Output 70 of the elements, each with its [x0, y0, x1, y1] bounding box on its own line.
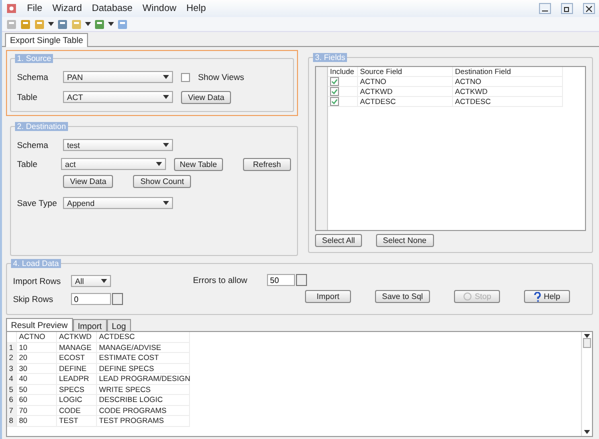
schema-select[interactable]: test — [63, 139, 173, 151]
errors-field[interactable]: 50 — [267, 274, 295, 286]
toolbar-icon[interactable] — [20, 18, 31, 30]
toolbar-button[interactable]: New Table — [174, 158, 223, 170]
field-label: Schema — [17, 140, 50, 150]
dropdown-caret-icon — [163, 75, 169, 79]
field-label: Table — [17, 92, 38, 102]
close-icon — [586, 6, 592, 12]
field-label: Skip Rows — [13, 294, 54, 304]
dropdown-caret-icon — [85, 22, 91, 26]
checkbox-label: Show Views — [198, 72, 244, 82]
spinner-icon[interactable] — [112, 293, 123, 305]
field-label: Table — [17, 159, 38, 169]
dropdown-caret-icon — [163, 95, 169, 99]
question-mark-icon — [534, 292, 541, 302]
include-checkbox[interactable] — [330, 87, 339, 96]
menu-item[interactable]: Wizard — [52, 3, 82, 14]
group-title: 4. Load Data — [11, 259, 61, 268]
close-button[interactable] — [583, 3, 595, 14]
include-checkbox[interactable] — [330, 97, 339, 106]
dropdown-caret-icon — [156, 162, 162, 166]
stop-icon — [462, 292, 472, 301]
field-label: Errors to allow — [193, 275, 248, 285]
tab[interactable]: Result Preview — [6, 318, 73, 332]
skip-rows-field[interactable]: 0 — [71, 293, 111, 305]
select-button[interactable]: Select None — [376, 234, 434, 246]
minimize-button[interactable] — [539, 3, 551, 14]
menu-item[interactable]: File — [27, 3, 42, 14]
action-button[interactable]: Show Count — [133, 174, 191, 188]
include-checkbox[interactable] — [330, 77, 339, 86]
group-title: 1. Source — [15, 54, 54, 63]
view-data-button[interactable]: View Data — [181, 90, 232, 104]
dropdown-caret-icon — [101, 279, 107, 283]
scrollbar-thumb[interactable] — [583, 338, 591, 348]
tab[interactable]: Export Single Table — [5, 33, 88, 47]
schema-select[interactable]: PAN — [63, 71, 173, 83]
toolbar-icon[interactable] — [6, 18, 17, 30]
spinner-icon[interactable] — [296, 274, 307, 286]
app-icon — [6, 3, 17, 14]
group-title: 2. Destination — [15, 122, 68, 131]
save-type-select[interactable]: Append — [63, 197, 173, 209]
action-button[interactable]: Import — [305, 290, 351, 303]
import-rows-select[interactable]: All — [71, 275, 111, 287]
table-select[interactable]: ACT — [63, 91, 173, 103]
scrollbar[interactable] — [581, 332, 592, 436]
action-button[interactable]: View Data — [63, 174, 114, 188]
select-button[interactable]: Select All — [315, 234, 362, 246]
action-button[interactable]: Help — [524, 290, 570, 303]
dropdown-caret-icon — [48, 22, 54, 26]
tab[interactable]: Import — [72, 319, 107, 331]
dropdown-caret-icon — [584, 430, 590, 434]
menu-item[interactable]: Window — [142, 3, 176, 14]
checkbox[interactable] — [181, 72, 190, 82]
toolbar-icon[interactable] — [57, 18, 68, 30]
dropdown-caret-icon — [163, 143, 169, 147]
field-label: Schema — [17, 72, 50, 82]
menu-item[interactable]: Help — [186, 3, 206, 14]
toolbar-button[interactable]: Refresh — [242, 158, 291, 170]
tab[interactable]: Log — [106, 319, 131, 331]
restore-icon — [564, 6, 570, 12]
field-label: Save Type — [17, 198, 55, 208]
menu-item[interactable]: Database — [92, 3, 133, 14]
dropdown-caret-icon — [163, 201, 169, 205]
toolbar-icon[interactable] — [94, 18, 105, 30]
dropdown-caret-icon — [108, 22, 114, 26]
field-label: Import Rows — [13, 276, 62, 286]
restore-button[interactable] — [561, 3, 573, 14]
action-button[interactable]: Save to Sql — [375, 290, 430, 303]
group-title: 3. Fields — [313, 53, 348, 62]
table-select[interactable]: act — [61, 158, 166, 170]
